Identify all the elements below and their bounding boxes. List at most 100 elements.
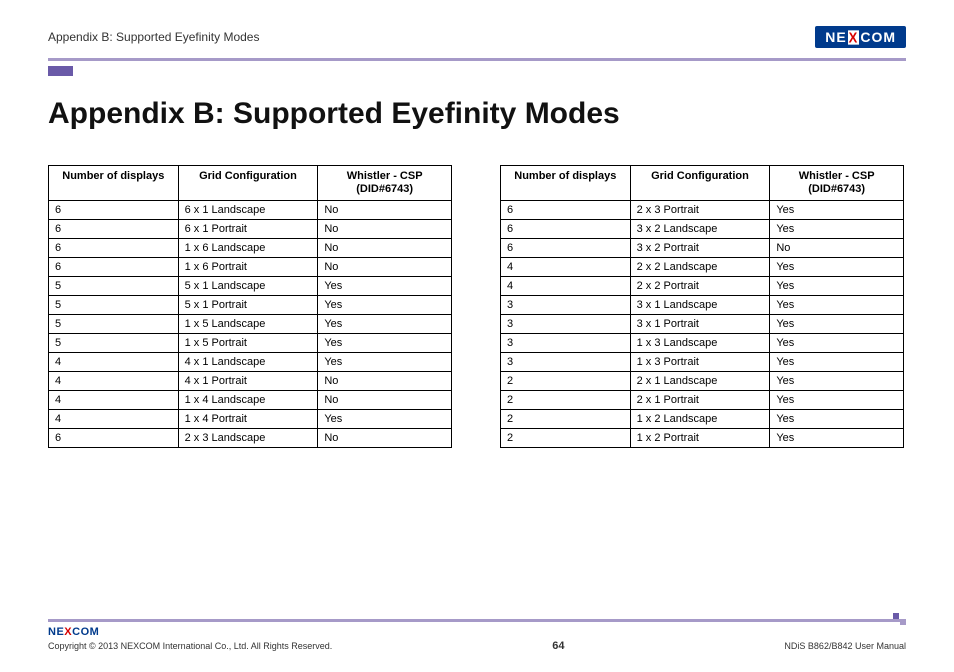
cell-displays: 3 — [501, 315, 631, 334]
table-row: 33 x 1 PortraitYes — [501, 315, 904, 334]
col-header-displays: Number of displays — [501, 166, 631, 201]
cell-whistler: Yes — [318, 334, 452, 353]
cell-grid: 2 x 3 Landscape — [178, 429, 318, 448]
cell-whistler: No — [318, 258, 452, 277]
page-title: Appendix B: Supported Eyefinity Modes — [48, 97, 906, 131]
footer: NEXCOM Copyright © 2013 NEXCOM Internati… — [48, 619, 906, 652]
col-header-grid: Grid Configuration — [178, 166, 318, 201]
table-row: 44 x 1 LandscapeYes — [49, 353, 452, 372]
cell-displays: 4 — [49, 353, 179, 372]
cell-grid: 2 x 2 Portrait — [630, 277, 770, 296]
cell-whistler: No — [770, 239, 904, 258]
logo-x: X — [848, 30, 860, 44]
table-row: 62 x 3 PortraitYes — [501, 201, 904, 220]
cell-displays: 6 — [501, 239, 631, 258]
cell-displays: 2 — [501, 372, 631, 391]
cell-whistler: Yes — [770, 391, 904, 410]
col-header-whistler: Whistler - CSP (DID#6743) — [318, 166, 452, 201]
cell-grid: 4 x 1 Portrait — [178, 372, 318, 391]
footer-rule — [48, 619, 906, 622]
copyright-text: Copyright © 2013 NEXCOM International Co… — [48, 641, 332, 651]
table-row: 51 x 5 PortraitYes — [49, 334, 452, 353]
cell-whistler: No — [318, 372, 452, 391]
table-row: 61 x 6 LandscapeNo — [49, 239, 452, 258]
cell-displays: 6 — [49, 239, 179, 258]
cell-displays: 4 — [49, 391, 179, 410]
footer-logo-right: COM — [72, 626, 99, 638]
cell-displays: 6 — [49, 258, 179, 277]
table-header-row: Number of displays Grid Configuration Wh… — [501, 166, 904, 201]
table-row: 41 x 4 LandscapeNo — [49, 391, 452, 410]
cell-grid: 3 x 2 Landscape — [630, 220, 770, 239]
table-row: 61 x 6 PortraitNo — [49, 258, 452, 277]
cell-grid: 2 x 2 Landscape — [630, 258, 770, 277]
header-rule — [48, 58, 906, 61]
cell-displays: 2 — [501, 429, 631, 448]
cell-displays: 6 — [501, 201, 631, 220]
cell-whistler: No — [318, 391, 452, 410]
table-row: 22 x 1 LandscapeYes — [501, 372, 904, 391]
cell-grid: 1 x 5 Landscape — [178, 315, 318, 334]
header-tab-decor — [48, 66, 73, 76]
table-row: 51 x 5 LandscapeYes — [49, 315, 452, 334]
cell-whistler: Yes — [770, 220, 904, 239]
cell-whistler: Yes — [318, 410, 452, 429]
logo-text-left: NE — [825, 29, 846, 45]
cell-grid: 5 x 1 Landscape — [178, 277, 318, 296]
cell-grid: 3 x 2 Portrait — [630, 239, 770, 258]
cell-displays: 6 — [49, 429, 179, 448]
cell-grid: 2 x 3 Portrait — [630, 201, 770, 220]
cell-grid: 5 x 1 Portrait — [178, 296, 318, 315]
table-row: 62 x 3 LandscapeNo — [49, 429, 452, 448]
cell-grid: 1 x 4 Landscape — [178, 391, 318, 410]
cell-whistler: No — [318, 201, 452, 220]
cell-grid: 4 x 1 Landscape — [178, 353, 318, 372]
table-row: 63 x 2 PortraitNo — [501, 239, 904, 258]
cell-whistler: Yes — [770, 277, 904, 296]
cell-displays: 3 — [501, 296, 631, 315]
cell-whistler: No — [318, 429, 452, 448]
nexcom-logo: NEXCOM — [815, 26, 906, 48]
col-header-displays: Number of displays — [49, 166, 179, 201]
cell-displays: 5 — [49, 277, 179, 296]
cell-displays: 4 — [501, 277, 631, 296]
cell-whistler: Yes — [770, 315, 904, 334]
cell-whistler: Yes — [770, 258, 904, 277]
table-row: 31 x 3 LandscapeYes — [501, 334, 904, 353]
table-row: 31 x 3 PortraitYes — [501, 353, 904, 372]
cell-grid: 1 x 3 Landscape — [630, 334, 770, 353]
cell-whistler: Yes — [770, 296, 904, 315]
cell-grid: 6 x 1 Landscape — [178, 201, 318, 220]
cell-whistler: Yes — [770, 201, 904, 220]
cell-grid: 2 x 1 Landscape — [630, 372, 770, 391]
cell-whistler: Yes — [318, 315, 452, 334]
col-header-whistler: Whistler - CSP (DID#6743) — [770, 166, 904, 201]
footer-logo-x: X — [64, 626, 72, 638]
cell-whistler: Yes — [770, 334, 904, 353]
table-row: 66 x 1 LandscapeNo — [49, 201, 452, 220]
table-row: 55 x 1 LandscapeYes — [49, 277, 452, 296]
table-row: 21 x 2 PortraitYes — [501, 429, 904, 448]
cell-displays: 6 — [49, 201, 179, 220]
footer-logo-left: NE — [48, 626, 64, 638]
cell-displays: 4 — [501, 258, 631, 277]
cell-whistler: No — [318, 239, 452, 258]
cell-whistler: Yes — [770, 429, 904, 448]
table-row: 33 x 1 LandscapeYes — [501, 296, 904, 315]
cell-displays: 3 — [501, 353, 631, 372]
cell-displays: 5 — [49, 315, 179, 334]
table-header-row: Number of displays Grid Configuration Wh… — [49, 166, 452, 201]
table-row: 42 x 2 LandscapeYes — [501, 258, 904, 277]
cell-whistler: No — [318, 220, 452, 239]
table-row: 66 x 1 PortraitNo — [49, 220, 452, 239]
cell-displays: 2 — [501, 410, 631, 429]
cell-displays: 4 — [49, 410, 179, 429]
cell-grid: 2 x 1 Portrait — [630, 391, 770, 410]
table-row: 21 x 2 LandscapeYes — [501, 410, 904, 429]
table-row: 42 x 2 PortraitYes — [501, 277, 904, 296]
logo-text-right: COM — [860, 29, 896, 45]
manual-name: NDiS B862/B842 User Manual — [784, 641, 906, 651]
tables-container: Number of displays Grid Configuration Wh… — [48, 165, 906, 448]
col3-line1: Whistler - CSP — [799, 170, 875, 182]
cell-grid: 1 x 2 Landscape — [630, 410, 770, 429]
